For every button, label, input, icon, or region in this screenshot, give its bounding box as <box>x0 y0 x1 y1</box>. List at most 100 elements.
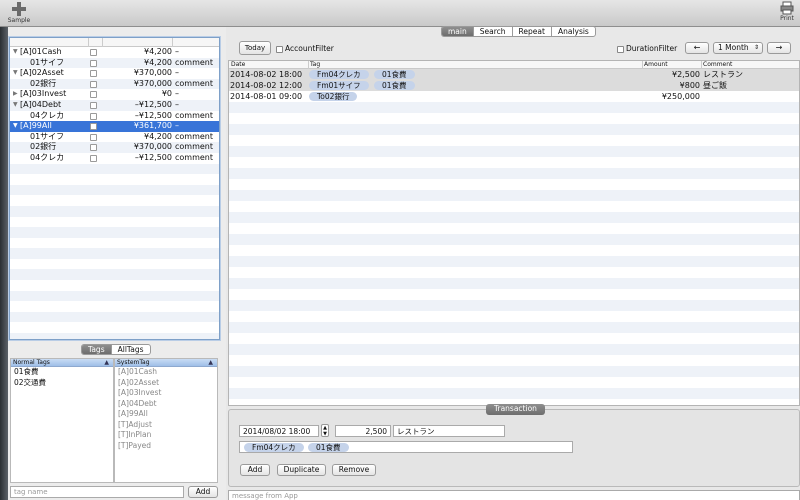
tag-name-input[interactable]: tag name <box>10 486 184 498</box>
datetime-stepper[interactable]: ▲ ▼ <box>321 424 329 437</box>
account-checkbox[interactable] <box>90 133 97 141</box>
normal-tags-list[interactable]: Normal Tags ▲ 01食費 02交通費 <box>10 358 114 483</box>
empty-row <box>229 135 799 146</box>
account-row[interactable]: ▼ [A]02Asset ¥370,000– <box>10 68 219 79</box>
disclosure-expanded-icon[interactable]: ▼ <box>13 68 18 79</box>
account-row[interactable]: ▼ [A]99All ¥361,700– <box>10 121 219 132</box>
account-row[interactable]: ▼ [A]01Cash ¥4,200– <box>10 47 219 58</box>
account-row[interactable]: ▶ [A]03Invest ¥0– <box>10 89 219 100</box>
transaction-tag: To02銀行 <box>309 92 358 101</box>
transaction-row[interactable]: 2014-08-01 09:00 To02銀行 ¥250,000 <box>229 91 799 102</box>
empty-row <box>229 322 799 333</box>
transaction-row[interactable]: 2014-08-02 18:00 Fm04クレカ 01食費 ¥2,500 レストラン <box>229 69 799 80</box>
tab-tags[interactable]: Tags <box>82 345 112 354</box>
transaction-tag: 01食費 <box>374 81 415 90</box>
checkbox-icon <box>276 45 283 53</box>
system-tag-item[interactable]: [A]03Invest <box>115 388 217 399</box>
normal-tag-item[interactable]: 01食費 <box>11 367 113 378</box>
account-row[interactable]: 01サイフ ¥4,200 comment <box>10 132 219 143</box>
sample-button[interactable]: Sample <box>6 1 32 24</box>
duplicate-transaction-button[interactable]: Duplicate <box>277 464 326 476</box>
account-checkbox[interactable] <box>90 49 97 56</box>
empty-row <box>229 102 799 113</box>
account-row[interactable]: ▼ [A]04Debt –¥12,500– <box>10 99 219 111</box>
disclosure-collapsed-icon[interactable]: ▶ <box>13 89 18 100</box>
col-comment[interactable]: Comment <box>703 61 732 69</box>
account-checkbox[interactable] <box>90 70 97 78</box>
system-tag-item[interactable]: [A]99All <box>115 409 217 420</box>
empty-row <box>10 311 219 323</box>
stepper-icon: ⇕ <box>753 44 759 51</box>
account-checkbox[interactable] <box>90 80 97 88</box>
tag-token[interactable]: Fm04クレカ <box>244 443 304 452</box>
account-amount: –¥12,500 <box>134 110 172 120</box>
transaction-row[interactable]: 2014-08-02 12:00 Fm01サイフ 01食費 ¥800 昼ご飯 <box>229 80 799 91</box>
stepper-down-icon[interactable]: ▼ <box>322 431 328 437</box>
tab-analysis[interactable]: Analysis <box>552 27 595 36</box>
system-tags-list[interactable]: SystemTag ▲ [A]01Cash [A]02Asset [A]03Inve… <box>114 358 218 483</box>
empty-row <box>10 322 219 333</box>
normal-tag-item[interactable]: 02交通費 <box>11 378 113 389</box>
empty-row <box>229 278 799 289</box>
tag-token-field[interactable]: Fm04クレカ 01食費 <box>239 441 573 453</box>
disclosure-expanded-icon[interactable]: ▼ <box>13 100 18 111</box>
tag-token[interactable]: 01食費 <box>308 443 349 452</box>
system-tags-header[interactable]: SystemTag ▲ <box>115 359 217 367</box>
print-button[interactable]: Print <box>776 1 798 22</box>
account-name: [A]03Invest <box>20 89 67 99</box>
disclosure-expanded-icon[interactable]: ▼ <box>13 121 18 132</box>
tab-alltags[interactable]: AllTags <box>112 345 150 354</box>
account-comment: – <box>175 99 179 109</box>
transaction-date: 2014-08-02 12:00 <box>230 81 303 90</box>
account-row[interactable]: 02銀行 ¥370,000 comment <box>10 78 219 90</box>
normal-tags-header-label: Normal Tags <box>13 359 50 366</box>
account-amount: ¥4,200 <box>144 47 172 56</box>
system-tag-item[interactable]: [T]InPlan <box>115 430 217 441</box>
account-comment: comment <box>175 110 214 120</box>
amount-field[interactable]: 2,500 <box>335 425 391 437</box>
system-tag-item[interactable]: [A]02Asset <box>115 378 217 389</box>
account-filter-checkbox[interactable]: AccountFilter <box>276 44 334 53</box>
account-checkbox[interactable] <box>90 144 97 152</box>
add-tag-button[interactable]: Add <box>188 486 218 498</box>
account-table[interactable]: ▼ [A]01Cash ¥4,200–01サイフ ¥4,200 comment ▼ [A]0… <box>9 37 220 340</box>
account-row[interactable]: 04クレカ –¥12,500 comment <box>10 153 219 164</box>
today-button[interactable]: Today <box>239 41 271 55</box>
col-tag[interactable]: Tag <box>310 61 320 69</box>
account-table-header <box>10 38 219 47</box>
disclosure-expanded-icon[interactable]: ▼ <box>13 47 18 58</box>
account-row[interactable]: 04クレカ –¥12,500 comment <box>10 111 219 122</box>
period-select[interactable]: 1 Month ⇕ <box>713 42 763 54</box>
empty-row <box>10 238 219 249</box>
account-filter-label: AccountFilter <box>285 44 334 53</box>
col-amount[interactable]: Amount <box>644 61 668 69</box>
system-tag-item[interactable]: [A]04Debt <box>115 399 217 410</box>
add-transaction-button[interactable]: Add <box>240 464 270 476</box>
normal-tags-header[interactable]: Normal Tags ▲ <box>11 359 113 367</box>
tab-main[interactable]: main <box>442 27 474 36</box>
next-period-button[interactable]: → <box>767 42 791 54</box>
system-tag-item[interactable]: [A]01Cash <box>115 367 217 378</box>
system-tag-item[interactable]: [T]Adjust <box>115 420 217 431</box>
account-checkbox[interactable] <box>90 154 97 162</box>
tab-search[interactable]: Search <box>474 27 513 36</box>
account-checkbox[interactable] <box>90 101 97 109</box>
tab-repeat[interactable]: Repeat <box>513 27 552 36</box>
account-checkbox[interactable] <box>90 59 97 67</box>
system-tag-item[interactable]: [T]Payed <box>115 441 217 452</box>
transaction-table[interactable]: Date Tag Amount Comment 2014-08-02 18:00… <box>228 60 800 406</box>
account-checkbox[interactable] <box>90 123 97 131</box>
datetime-field[interactable]: 2014/08/02 18:00 <box>239 425 319 437</box>
account-comment: – <box>175 121 179 131</box>
remove-transaction-button[interactable]: Remove <box>332 464 376 476</box>
account-checkbox[interactable] <box>90 112 97 120</box>
col-date[interactable]: Date <box>231 61 245 69</box>
empty-row <box>10 333 219 339</box>
account-row[interactable]: 01サイフ ¥4,200 comment <box>10 57 219 69</box>
account-checkbox[interactable] <box>90 91 97 99</box>
empty-row <box>10 195 219 206</box>
comment-field[interactable]: レストラン <box>393 425 505 437</box>
account-row[interactable]: 02銀行 ¥370,000 comment <box>10 142 219 153</box>
prev-period-button[interactable]: ← <box>685 42 709 54</box>
duration-filter-checkbox[interactable]: DurationFilter <box>617 44 677 53</box>
